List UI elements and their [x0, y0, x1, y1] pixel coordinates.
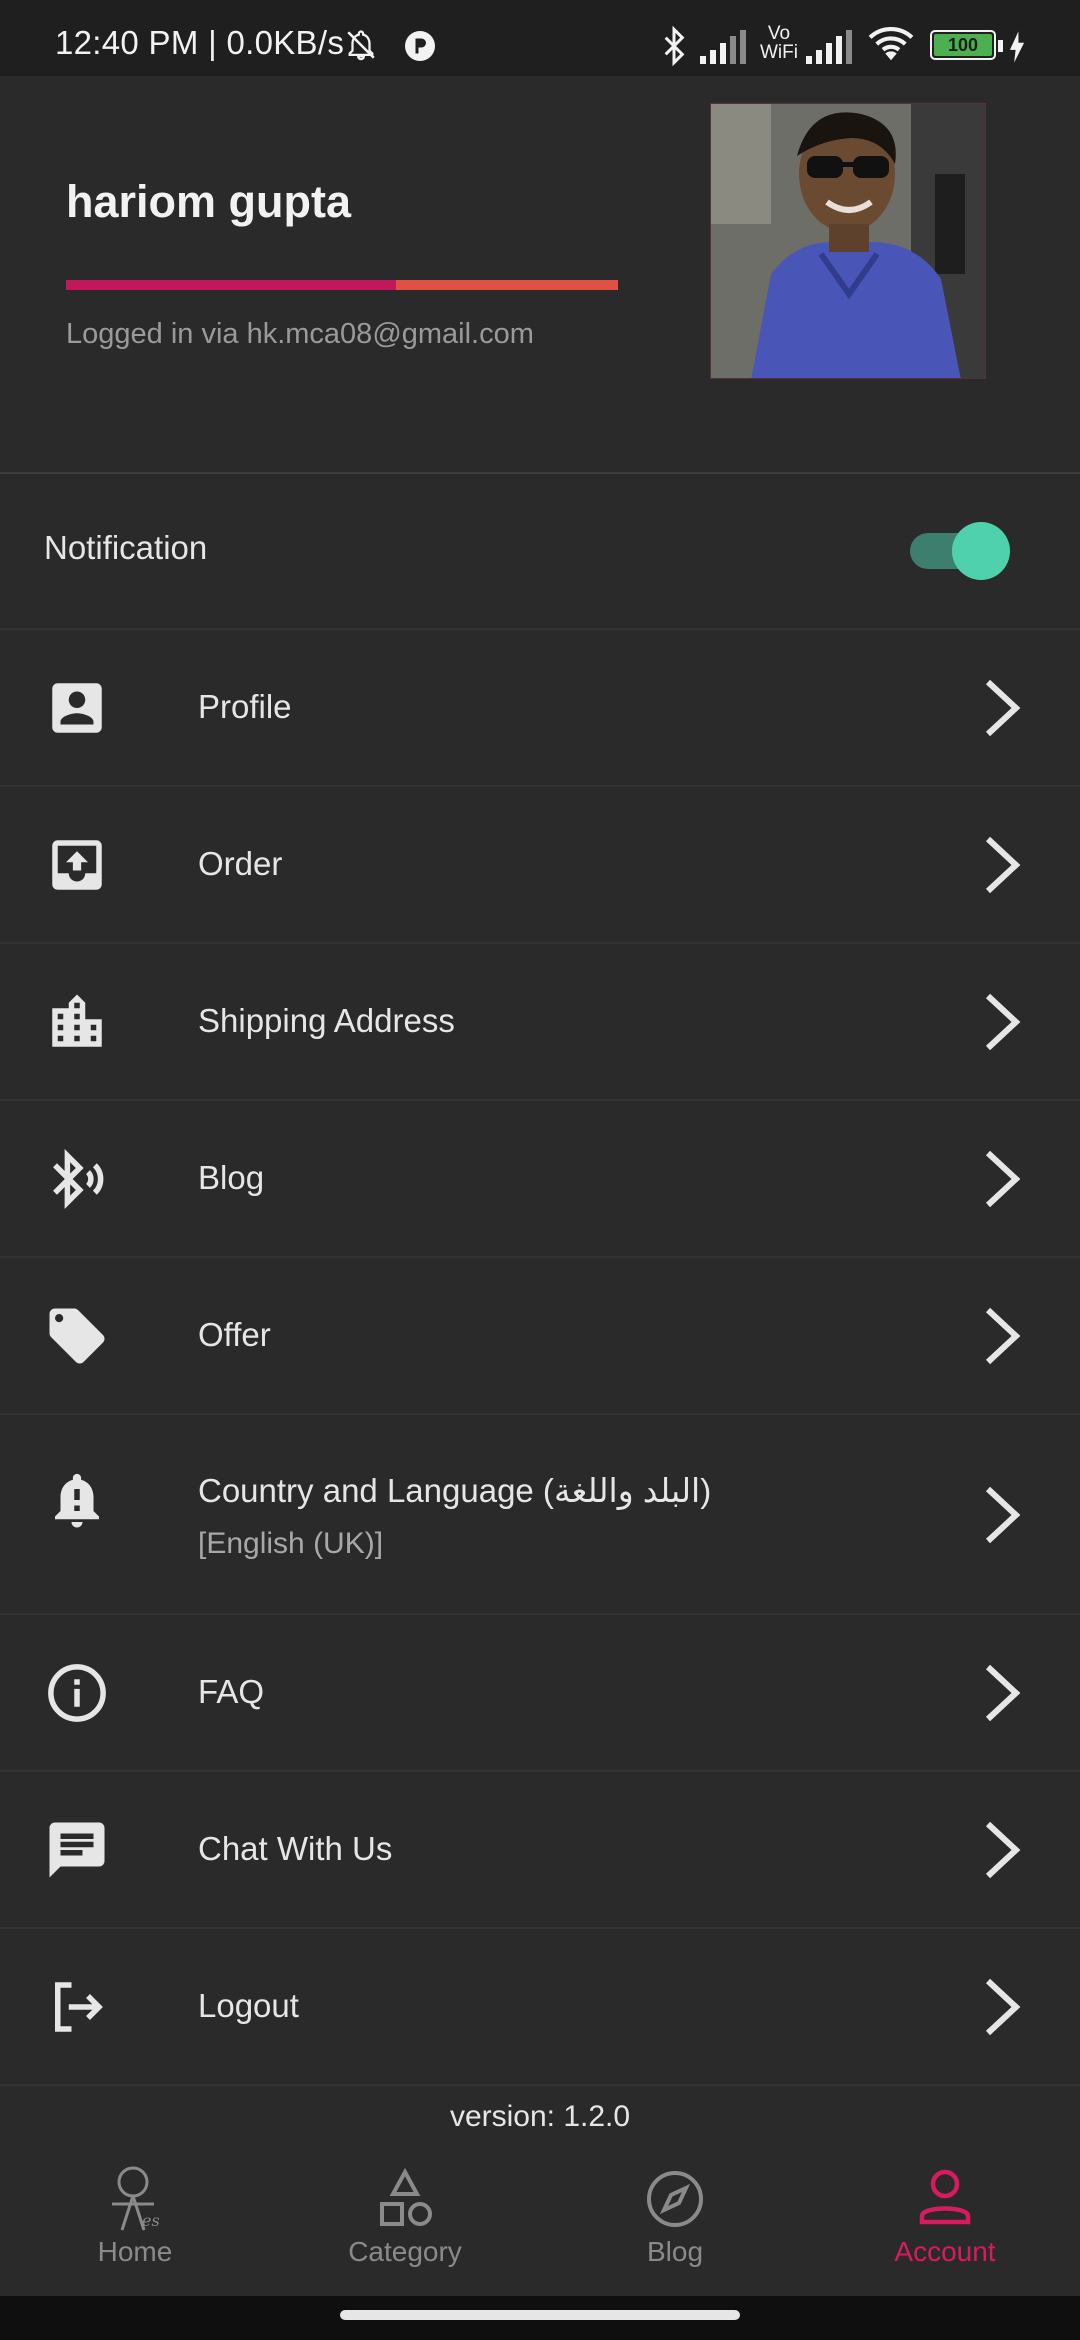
shapes-icon — [380, 2167, 432, 2226]
mute-bell-icon — [347, 30, 375, 61]
underline-segment-secondary — [396, 280, 618, 290]
menu-item-order[interactable]: Order — [0, 787, 1080, 944]
info-icon — [48, 1664, 106, 1722]
nav-label-category: Category — [348, 2236, 462, 2267]
nav-blog[interactable]: Blog — [540, 2150, 810, 2296]
user-name: hariom gupta — [66, 176, 352, 227]
bluetooth-audio-icon — [53, 1148, 104, 1210]
toggle-knob — [952, 522, 1010, 580]
menu-label-offer: Offer — [198, 1316, 271, 1353]
menu-item-shipping-address[interactable]: Shipping Address — [0, 944, 1080, 1101]
battery-icon: 100 — [930, 30, 996, 60]
notification-label: Notification — [44, 529, 208, 566]
svg-text:es: es — [142, 2211, 160, 2230]
chevron-right-icon — [985, 1664, 1021, 1722]
menu-label-country-language: Country and Language (البلد واللغة) — [198, 1472, 712, 1509]
gesture-area — [0, 2296, 1080, 2340]
menu-item-blog[interactable]: Blog — [0, 1101, 1080, 1258]
home-logo-icon: es — [112, 2166, 160, 2231]
menu-label-shipping-address: Shipping Address — [198, 1002, 455, 1039]
chevron-right-icon — [985, 679, 1021, 737]
menu-item-offer[interactable]: Offer — [0, 1258, 1080, 1415]
nav-label-blog: Blog — [646, 2236, 704, 2267]
signal-icon — [700, 30, 746, 64]
chevron-right-icon — [985, 1150, 1021, 1208]
bluetooth-icon — [664, 26, 685, 66]
account-box-icon — [52, 683, 102, 733]
chevron-right-icon — [985, 836, 1021, 894]
chevron-right-icon — [985, 1307, 1021, 1365]
notification-toggle[interactable] — [908, 522, 1010, 580]
wifi-icon — [868, 27, 914, 61]
nav-account[interactable]: Account — [810, 2150, 1080, 2296]
building-icon — [52, 994, 102, 1047]
logout-icon — [55, 1982, 103, 2032]
menu-label-profile: Profile — [198, 688, 292, 725]
bottom-navigation: es Home Category Blog Account — [0, 2150, 1080, 2296]
menu-item-profile[interactable]: Profile — [0, 630, 1080, 787]
version-text: version: 1.2.0 — [449, 2100, 631, 2133]
app-notification-icon — [405, 31, 435, 61]
signal-2-icon — [806, 30, 852, 64]
name-underline-bar — [66, 280, 618, 290]
avatar[interactable] — [710, 103, 986, 379]
menu-item-logout[interactable]: Logout — [0, 1929, 1080, 2086]
underline-segment-primary — [66, 280, 396, 290]
battery-level: 100 — [934, 34, 992, 56]
nav-label-account: Account — [894, 2236, 996, 2267]
chevron-right-icon — [985, 1486, 1021, 1544]
chevron-right-icon — [985, 1978, 1021, 2036]
notification-row: Notification — [0, 474, 1080, 630]
nav-home[interactable]: es Home — [0, 2150, 270, 2296]
bell-alert-icon — [55, 1473, 99, 1528]
avatar-photo — [711, 104, 985, 378]
account-header: hariom gupta Logged in via hk.mca08@gmai… — [0, 76, 1080, 474]
menu-label-order: Order — [198, 845, 283, 882]
inbox-upload-icon — [52, 840, 102, 890]
menu-label-faq: FAQ — [198, 1673, 265, 1710]
menu-item-chat[interactable]: Chat With Us — [0, 1772, 1080, 1929]
menu-sublabel-language: [English (UK)] — [198, 1527, 384, 1560]
menu-label-logout: Logout — [198, 1987, 299, 2024]
battery-tip — [998, 40, 1003, 52]
menu-item-faq[interactable]: FAQ — [0, 1615, 1080, 1772]
nav-category[interactable]: Category — [270, 2150, 540, 2296]
chat-icon — [49, 1822, 105, 1878]
menu-label-chat: Chat With Us — [198, 1830, 393, 1867]
menu-label-blog: Blog — [198, 1159, 265, 1196]
gesture-handle[interactable] — [340, 2310, 740, 2320]
status-time: 12:40 PM | 0.0KB/s — [55, 24, 345, 61]
chevron-right-icon — [985, 993, 1021, 1051]
charging-icon — [1009, 31, 1025, 63]
nav-label-home: Home — [97, 2236, 173, 2267]
login-info: Logged in via hk.mca08@gmail.com — [66, 318, 534, 350]
tag-icon — [49, 1308, 105, 1364]
status-bar: 12:40 PM | 0.0KB/s Vo WiFi 100 — [0, 0, 1080, 76]
vowifi-label: Vo WiFi — [760, 23, 798, 63]
compass-icon — [647, 2171, 703, 2227]
account-icon — [919, 2169, 971, 2225]
menu-item-country-language[interactable]: Country and Language (البلد واللغة) [Eng… — [0, 1415, 1080, 1615]
chevron-right-icon — [985, 1821, 1021, 1879]
